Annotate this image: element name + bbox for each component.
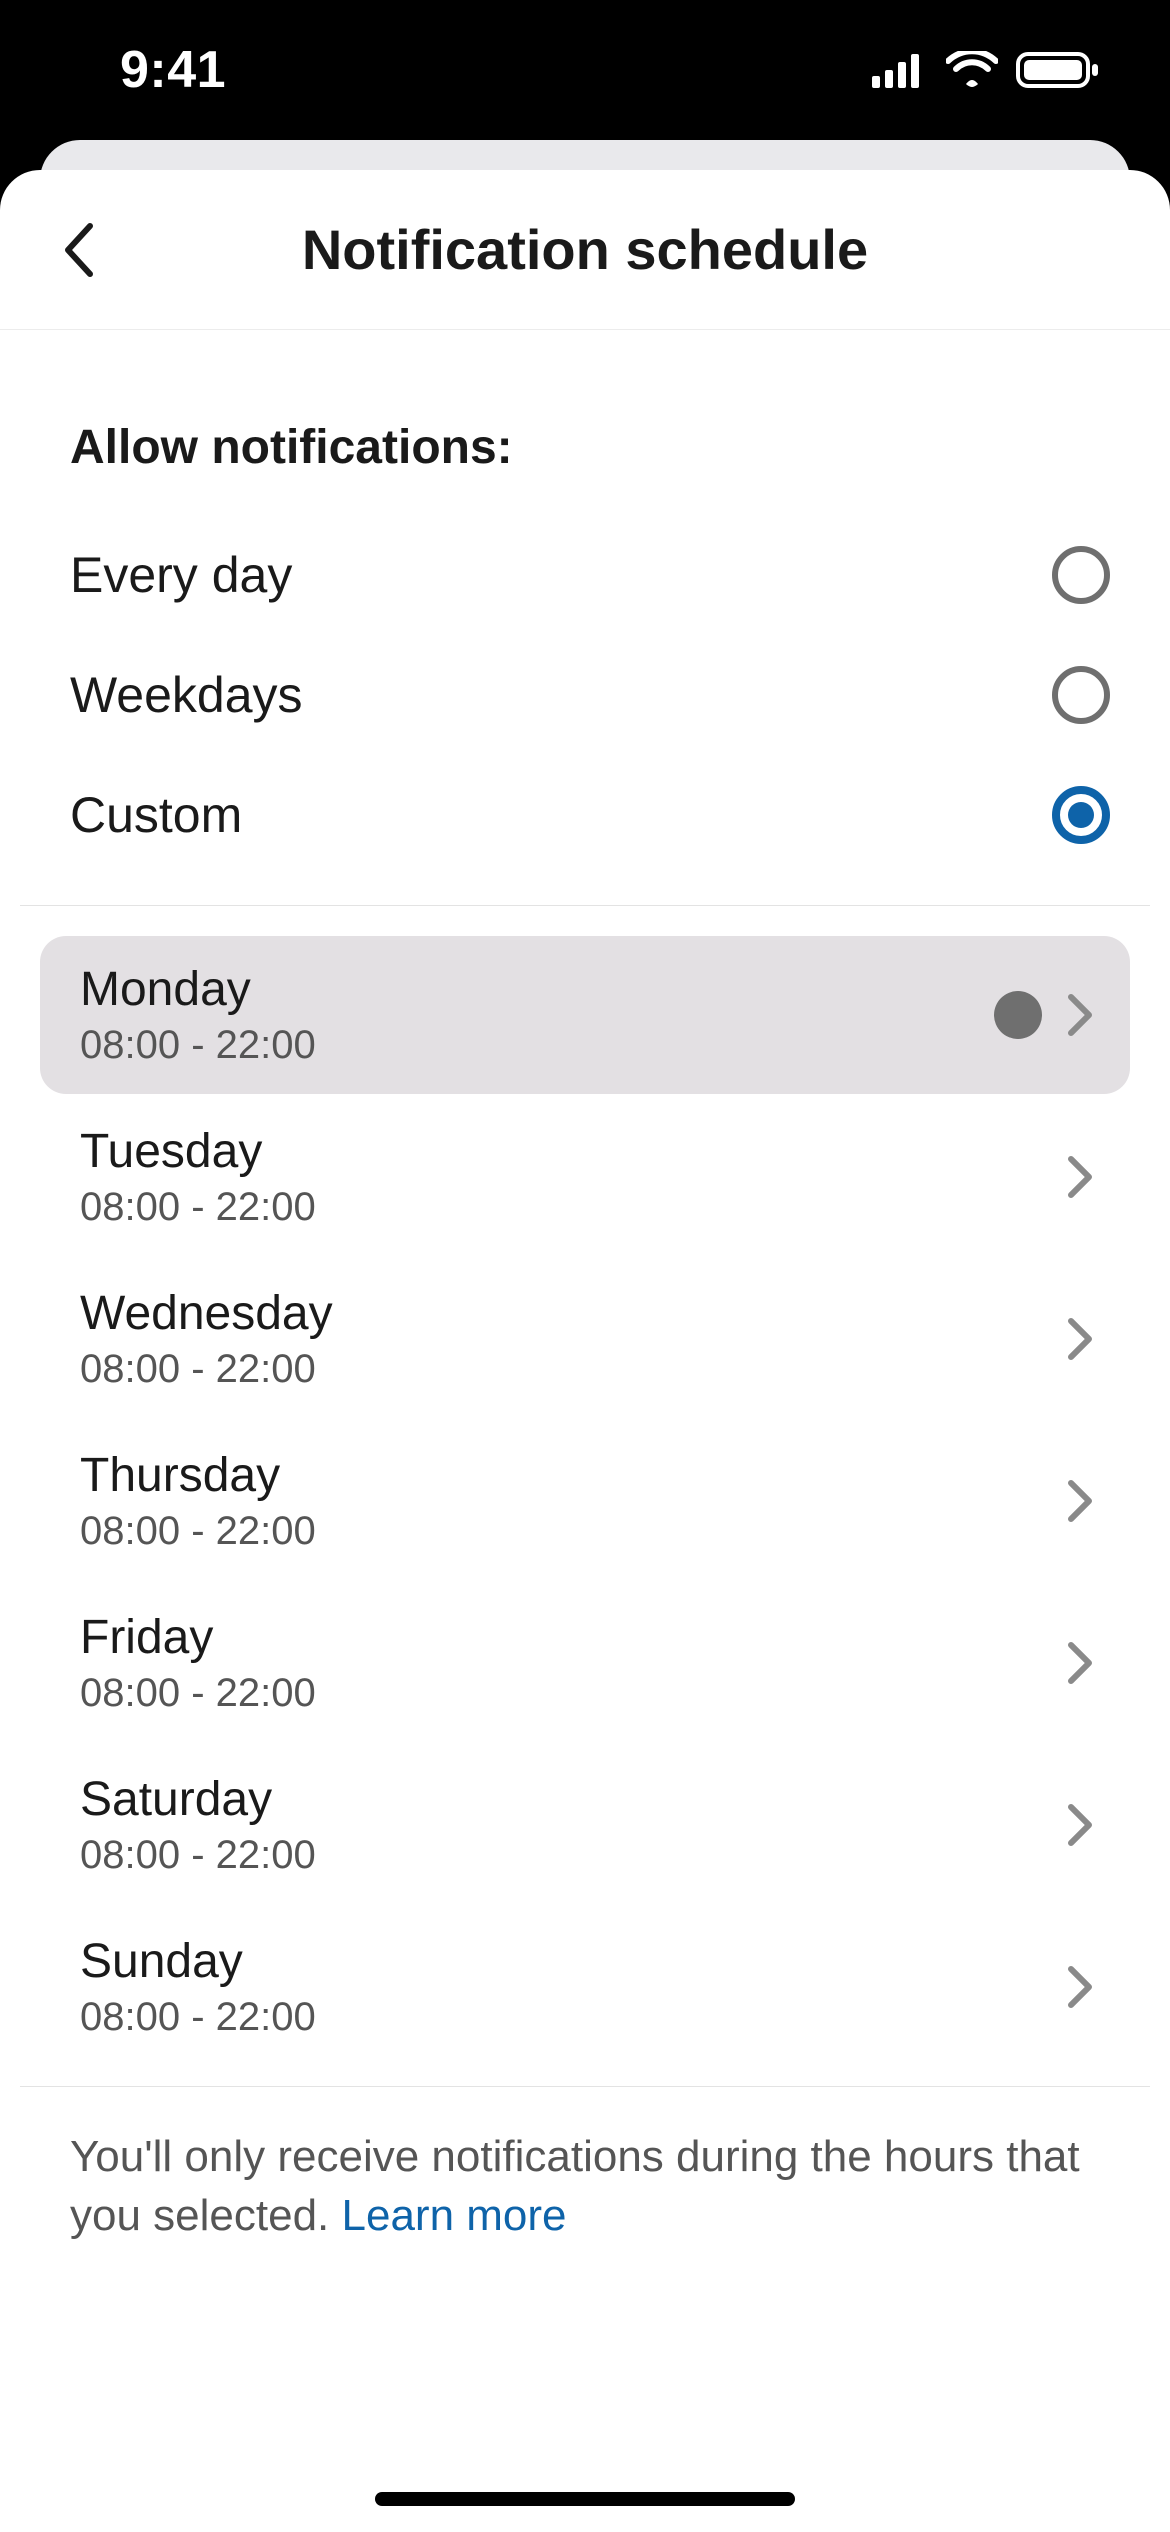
day-range: 08:00 - 22:00 bbox=[80, 1185, 316, 1230]
day-info: Tuesday 08:00 - 22:00 bbox=[80, 1124, 316, 1230]
footer-text: You'll only receive notifications during… bbox=[0, 2127, 1170, 2246]
cellular-icon bbox=[872, 52, 928, 88]
day-right bbox=[1060, 1967, 1100, 2007]
wifi-icon bbox=[946, 51, 998, 89]
status-time: 9:41 bbox=[120, 40, 226, 100]
day-right bbox=[1060, 1481, 1100, 1521]
day-info: Sunday 08:00 - 22:00 bbox=[80, 1934, 316, 2040]
day-right bbox=[1060, 1157, 1100, 1197]
day-row-sunday[interactable]: Sunday 08:00 - 22:00 bbox=[40, 1908, 1130, 2066]
day-name: Friday bbox=[80, 1610, 316, 1665]
radio-unselected-icon bbox=[1052, 546, 1110, 604]
day-range: 08:00 - 22:00 bbox=[80, 1671, 316, 1716]
day-right bbox=[994, 991, 1100, 1039]
status-dot-icon bbox=[994, 991, 1042, 1039]
day-info: Saturday 08:00 - 22:00 bbox=[80, 1772, 316, 1878]
day-range: 08:00 - 22:00 bbox=[80, 1833, 316, 1878]
day-info: Thursday 08:00 - 22:00 bbox=[80, 1448, 316, 1554]
day-right bbox=[1060, 1643, 1100, 1683]
day-list: Monday08:00 - 22:00Tuesday08:00 - 22:00W… bbox=[0, 936, 1170, 2066]
option-every-day[interactable]: Every day bbox=[0, 515, 1170, 635]
day-info: Monday 08:00 - 22:00 bbox=[80, 962, 316, 1068]
back-button[interactable] bbox=[50, 220, 110, 280]
day-range: 08:00 - 22:00 bbox=[80, 1347, 333, 1392]
day-row-tuesday[interactable]: Tuesday 08:00 - 22:00 bbox=[40, 1098, 1130, 1256]
section-label: Allow notifications: bbox=[0, 420, 1170, 475]
day-right bbox=[1060, 1319, 1100, 1359]
option-custom[interactable]: Custom bbox=[0, 755, 1170, 875]
chevron-left-icon bbox=[60, 220, 100, 280]
option-label: Custom bbox=[70, 786, 242, 844]
day-info: Friday 08:00 - 22:00 bbox=[80, 1610, 316, 1716]
day-row-saturday[interactable]: Saturday 08:00 - 22:00 bbox=[40, 1746, 1130, 1904]
header: Notification schedule bbox=[0, 170, 1170, 330]
chevron-right-icon bbox=[1060, 1967, 1100, 2007]
page-title: Notification schedule bbox=[302, 217, 868, 282]
option-weekdays[interactable]: Weekdays bbox=[0, 635, 1170, 755]
day-info: Wednesday 08:00 - 22:00 bbox=[80, 1286, 333, 1392]
chevron-right-icon bbox=[1060, 1319, 1100, 1359]
day-range: 08:00 - 22:00 bbox=[80, 1995, 316, 2040]
day-row-thursday[interactable]: Thursday 08:00 - 22:00 bbox=[40, 1422, 1130, 1580]
chevron-right-icon bbox=[1060, 1157, 1100, 1197]
day-name: Sunday bbox=[80, 1934, 316, 1989]
status-bar: 9:41 bbox=[0, 0, 1170, 140]
day-row-monday[interactable]: Monday 08:00 - 22:00 bbox=[40, 936, 1130, 1094]
option-label: Every day bbox=[70, 546, 292, 604]
day-range: 08:00 - 22:00 bbox=[80, 1023, 316, 1068]
chevron-right-icon bbox=[1060, 1643, 1100, 1683]
day-name: Thursday bbox=[80, 1448, 316, 1503]
chevron-right-icon bbox=[1060, 995, 1100, 1035]
day-row-friday[interactable]: Friday 08:00 - 22:00 bbox=[40, 1584, 1130, 1742]
chevron-right-icon bbox=[1060, 1481, 1100, 1521]
divider bbox=[20, 2086, 1150, 2087]
sheet: Notification schedule Allow notification… bbox=[0, 170, 1170, 2532]
footer-body: You'll only receive notifications during… bbox=[70, 2132, 1080, 2240]
radio-selected-icon bbox=[1052, 786, 1110, 844]
radio-unselected-icon bbox=[1052, 666, 1110, 724]
day-row-wednesday[interactable]: Wednesday 08:00 - 22:00 bbox=[40, 1260, 1130, 1418]
day-name: Wednesday bbox=[80, 1286, 333, 1341]
option-label: Weekdays bbox=[70, 666, 303, 724]
day-right bbox=[1060, 1805, 1100, 1845]
learn-more-link[interactable]: Learn more bbox=[342, 2191, 567, 2240]
home-indicator bbox=[375, 2492, 795, 2506]
day-name: Saturday bbox=[80, 1772, 316, 1827]
divider bbox=[20, 905, 1150, 906]
day-name: Monday bbox=[80, 962, 316, 1017]
chevron-right-icon bbox=[1060, 1805, 1100, 1845]
content: Allow notifications: Every day Weekdays … bbox=[0, 330, 1170, 2246]
day-name: Tuesday bbox=[80, 1124, 316, 1179]
day-range: 08:00 - 22:00 bbox=[80, 1509, 316, 1554]
battery-icon bbox=[1016, 50, 1100, 90]
status-indicators bbox=[872, 50, 1100, 90]
